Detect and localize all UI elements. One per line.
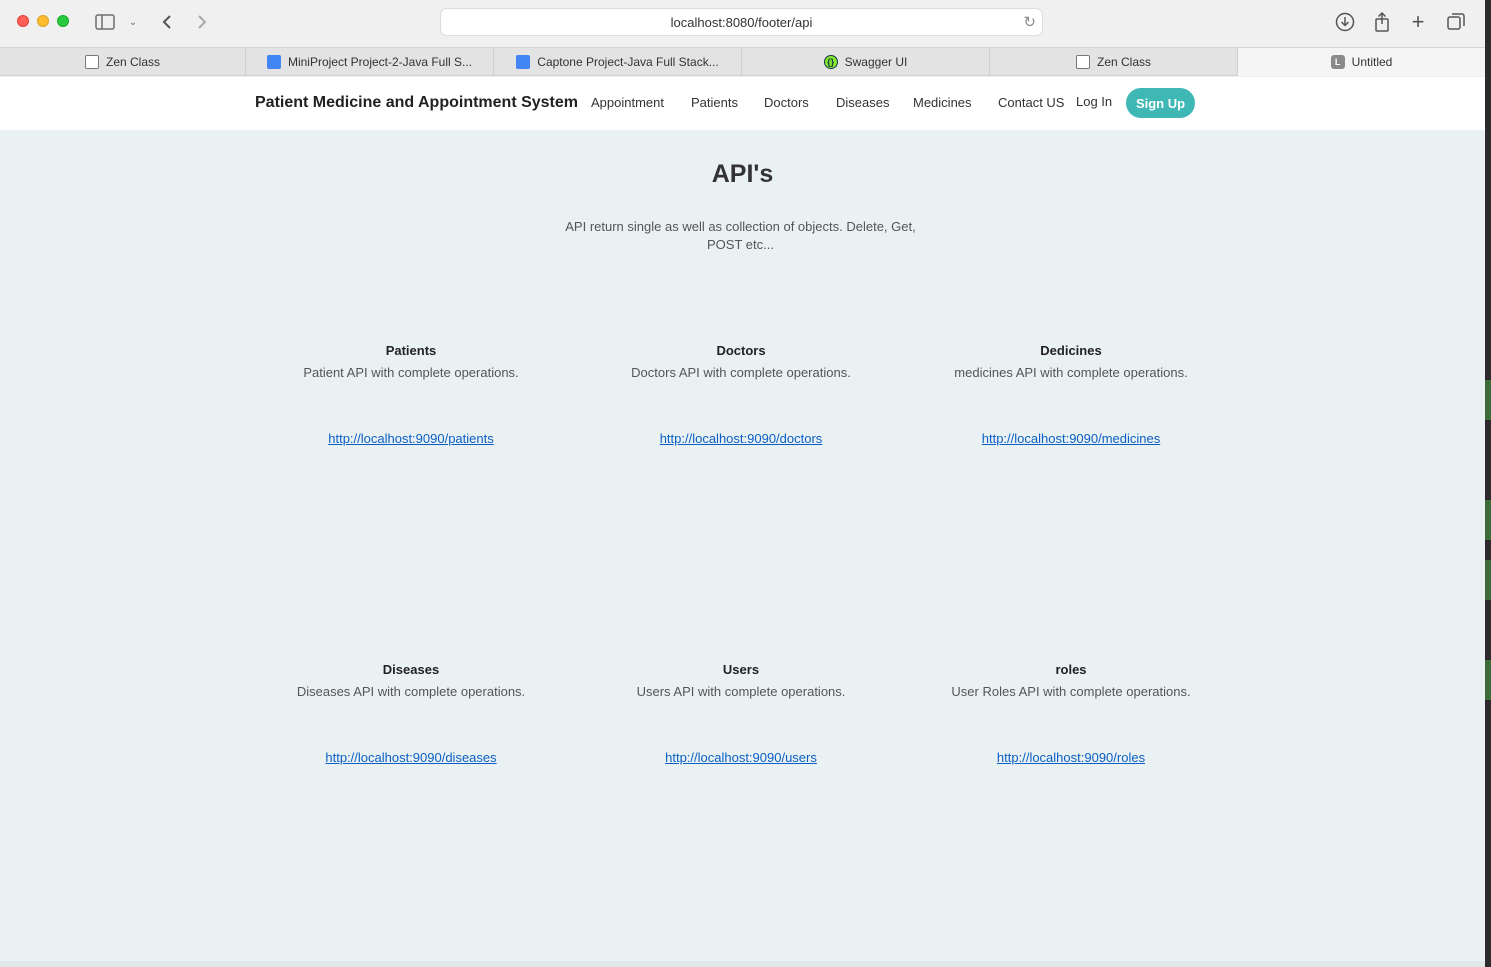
new-tab-icon[interactable]: + — [1408, 9, 1428, 34]
forward-icon[interactable] — [193, 10, 211, 34]
reload-icon[interactable]: ↻ — [1023, 13, 1036, 31]
patients-api-link[interactable]: http://localhost:9090/patients — [328, 431, 494, 446]
api-card-patients: Patients Patient API with complete opera… — [246, 343, 576, 448]
chevron-down-icon[interactable]: ⌄ — [127, 10, 139, 34]
signup-button[interactable]: Sign Up — [1126, 88, 1195, 118]
page-title: API's — [711, 160, 774, 188]
nav-patients[interactable]: Patients — [691, 95, 738, 110]
sidebar-toggle-icon[interactable] — [94, 10, 116, 34]
api-card-users: Users Users API with complete operations… — [576, 662, 906, 767]
page-bottom-edge — [0, 961, 1485, 967]
window-icon — [84, 55, 99, 69]
window-icon — [1075, 55, 1090, 69]
url-text: localhost:8080/footer/api — [670, 14, 813, 30]
card-title: Diseases — [382, 662, 440, 677]
back-icon[interactable] — [158, 10, 176, 34]
card-description: Users API with complete operations. — [636, 684, 846, 699]
nav-diseases[interactable]: Diseases — [836, 95, 889, 110]
api-card-roles: roles User Roles API with complete opera… — [906, 662, 1236, 767]
tab-label: Captone Project-Java Full Stack... — [537, 55, 719, 69]
tab-zen-class-2[interactable]: Zen Class — [990, 48, 1238, 76]
downloads-icon[interactable] — [1334, 10, 1356, 34]
background-window-edge — [1485, 0, 1491, 967]
tab-label: Swagger UI — [844, 55, 908, 69]
zoom-window-button[interactable] — [57, 15, 69, 27]
site-navbar: Patient Medicine and Appointment System … — [0, 77, 1485, 130]
browser-toolbar: ⌄ localhost:8080/footer/api ↻ + — [0, 0, 1485, 48]
tab-bar: Zen Class MiniProject Project-2-Java Ful… — [0, 48, 1485, 76]
medicines-api-link[interactable]: http://localhost:9090/medicines — [982, 431, 1161, 446]
api-card-doctors: Doctors Doctors API with complete operat… — [576, 343, 906, 448]
tab-label: Zen Class — [1096, 55, 1152, 69]
login-link[interactable]: Log In — [1076, 94, 1112, 109]
nav-contact-us[interactable]: Contact US — [998, 95, 1064, 110]
card-title: Patients — [385, 343, 437, 358]
page-description: API return single as well as collection … — [565, 219, 916, 252]
card-title: Doctors — [716, 343, 766, 358]
share-icon[interactable] — [1372, 10, 1392, 34]
tab-captone-project[interactable]: Captone Project-Java Full Stack... — [494, 48, 742, 76]
roles-api-link[interactable]: http://localhost:9090/roles — [997, 750, 1145, 765]
tab-zen-class[interactable]: Zen Class — [0, 48, 246, 76]
card-title: Users — [722, 662, 760, 677]
tab-miniproject[interactable]: MiniProject Project-2-Java Full S... — [246, 48, 494, 76]
tab-untitled[interactable]: L Untitled — [1238, 48, 1485, 76]
users-api-link[interactable]: http://localhost:9090/users — [665, 750, 817, 765]
nav-medicines[interactable]: Medicines — [913, 95, 972, 110]
doctors-api-link[interactable]: http://localhost:9090/doctors — [660, 431, 823, 446]
letter-icon: L — [1330, 55, 1345, 69]
tab-label: Untitled — [1351, 55, 1393, 69]
tab-swagger-ui[interactable]: {} Swagger UI — [742, 48, 990, 76]
card-description: Patient API with complete operations. — [303, 365, 519, 380]
api-card-medicines: Dedicines medicines API with complete op… — [906, 343, 1236, 448]
brand-title[interactable]: Patient Medicine and Appointment System — [255, 94, 578, 112]
browser-window: ⌄ localhost:8080/footer/api ↻ + Zen Clas… — [0, 0, 1485, 967]
card-description: User Roles API with complete operations. — [951, 684, 1191, 699]
api-card-diseases: Diseases Diseases API with complete oper… — [246, 662, 576, 767]
card-title: roles — [1055, 662, 1087, 677]
card-description: medicines API with complete operations. — [954, 365, 1188, 380]
doc-icon — [266, 55, 281, 69]
card-title: Dedicines — [1040, 343, 1102, 358]
nav-appointment[interactable]: Appointment — [591, 95, 664, 110]
card-description: Diseases API with complete operations. — [296, 684, 526, 699]
doc-icon — [516, 55, 531, 69]
swagger-icon: {} — [823, 55, 838, 69]
minimize-window-button[interactable] — [37, 15, 49, 27]
tab-label: MiniProject Project-2-Java Full S... — [287, 55, 473, 69]
card-description: Doctors API with complete operations. — [631, 365, 851, 380]
nav-doctors[interactable]: Doctors — [764, 95, 809, 110]
diseases-api-link[interactable]: http://localhost:9090/diseases — [325, 750, 496, 765]
tab-overview-icon[interactable] — [1446, 10, 1466, 34]
address-bar[interactable]: localhost:8080/footer/api ↻ — [440, 8, 1043, 36]
close-window-button[interactable] — [17, 15, 29, 27]
tab-label: Zen Class — [105, 55, 161, 69]
